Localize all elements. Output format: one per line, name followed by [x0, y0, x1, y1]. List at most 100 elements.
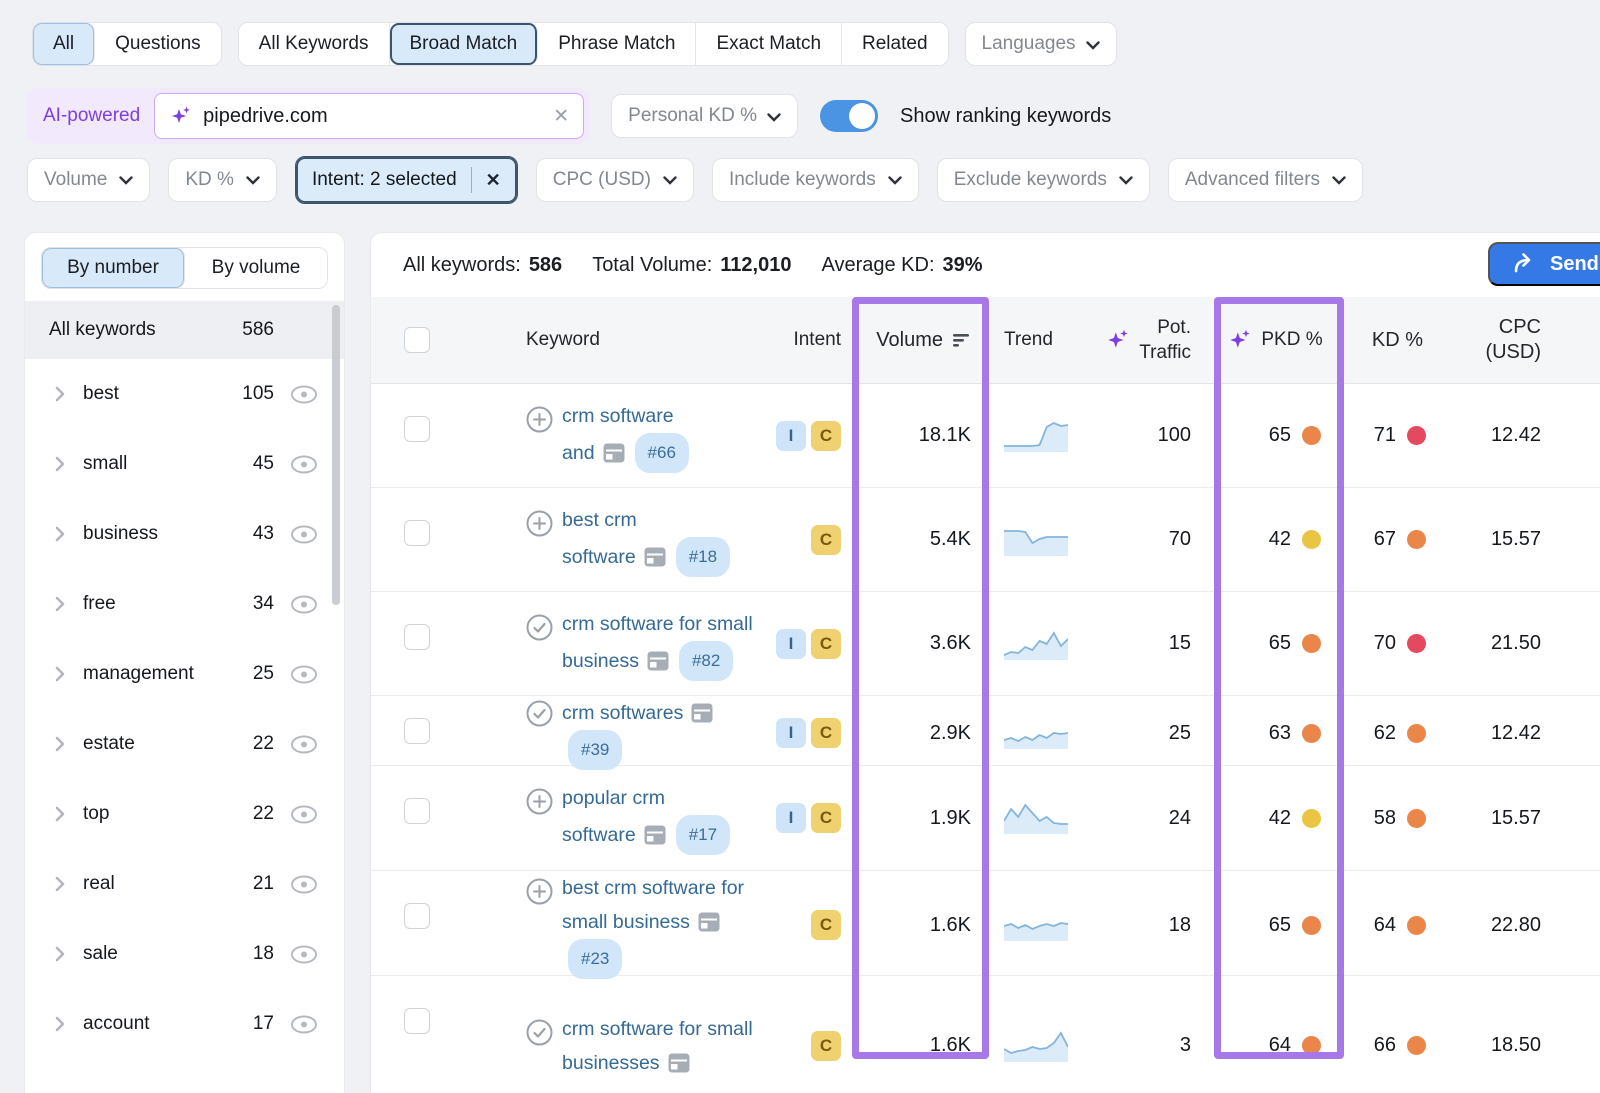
eye-icon[interactable] — [290, 805, 318, 824]
row-checkbox[interactable] — [404, 520, 430, 546]
keyword-group-item[interactable]: free 34 — [25, 569, 344, 639]
row-checkbox[interactable] — [404, 1008, 430, 1034]
pkd-value: 64 — [1269, 1034, 1291, 1057]
eye-icon[interactable] — [290, 1015, 318, 1034]
chevron-right-icon[interactable] — [55, 806, 65, 822]
cpc-cell: 12.42 — [1451, 424, 1600, 447]
keyword-group-item[interactable]: sale 18 — [25, 919, 344, 989]
chevron-right-icon[interactable] — [55, 1016, 65, 1032]
total-volume-stat-value: 112,010 — [720, 254, 791, 277]
kd-dot — [1407, 530, 1426, 549]
tab-related[interactable]: Related — [842, 23, 948, 65]
ranking-keyword-icon — [526, 700, 553, 727]
eye-icon[interactable] — [290, 945, 318, 964]
row-checkbox[interactable] — [404, 416, 430, 442]
eye-icon[interactable] — [290, 665, 318, 684]
personal-kd-dropdown[interactable]: Personal KD % — [611, 94, 798, 138]
keyword-link[interactable]: best crmsoftware — [562, 509, 637, 568]
row-checkbox[interactable] — [404, 903, 430, 929]
filter-kd-[interactable]: KD % — [168, 158, 277, 202]
eye-icon[interactable] — [290, 735, 318, 754]
clear-filter-icon[interactable]: ✕ — [486, 170, 501, 191]
row-checkbox[interactable] — [404, 624, 430, 650]
personal-kd-label: Personal KD % — [628, 105, 757, 127]
chevron-right-icon[interactable] — [55, 946, 65, 962]
keyword-group-item[interactable]: small 45 — [25, 429, 344, 499]
keyword-group-item[interactable]: real 21 — [25, 849, 344, 919]
eye-icon[interactable] — [290, 455, 318, 474]
keyword-link[interactable]: crm softwares — [562, 702, 683, 724]
tab-questions[interactable]: Questions — [95, 23, 221, 65]
tab-exact-match[interactable]: Exact Match — [696, 23, 842, 65]
eye-icon[interactable] — [290, 525, 318, 544]
serp-position-badge[interactable]: #66 — [635, 433, 689, 473]
volume-column-header[interactable]: Volume — [851, 329, 989, 352]
show-ranking-keywords-toggle[interactable] — [820, 100, 878, 132]
select-all-checkbox[interactable] — [404, 327, 430, 353]
intent-badge-c: C — [811, 525, 841, 555]
filter-volume[interactable]: Volume — [27, 158, 150, 202]
chevron-right-icon[interactable] — [55, 456, 65, 472]
intent-badge-i: I — [776, 421, 806, 451]
keyword-link[interactable]: crm software for smallbusinesses — [562, 1018, 753, 1074]
serp-position-badge[interactable]: #18 — [676, 537, 730, 577]
tab-all-keywords[interactable]: All Keywords — [239, 23, 390, 65]
keyword-group-item[interactable]: management 25 — [25, 639, 344, 709]
serp-position-badge[interactable]: #82 — [679, 641, 733, 681]
sidebar-scrollbar[interactable] — [332, 305, 340, 605]
keyword-group-item[interactable]: top 22 — [25, 779, 344, 849]
tab-phrase-match[interactable]: Phrase Match — [538, 23, 696, 65]
add-keyword-icon[interactable] — [526, 510, 553, 537]
serp-position-badge[interactable]: #39 — [568, 730, 622, 770]
keyword-group-item[interactable]: account 17 — [25, 989, 344, 1059]
chevron-right-icon[interactable] — [55, 876, 65, 892]
tab-broad-match[interactable]: Broad Match — [390, 23, 539, 65]
keyword-group-item[interactable]: best 105 — [25, 359, 344, 429]
serp-position-badge[interactable]: #17 — [676, 815, 730, 855]
serp-position-badge[interactable]: #23 — [568, 939, 622, 979]
add-keyword-icon[interactable] — [526, 878, 553, 905]
filter-cpc-usd-[interactable]: CPC (USD) — [536, 158, 694, 202]
keyword-cell: crm software for smallbusinesses — [562, 1012, 753, 1080]
eye-icon[interactable] — [290, 875, 318, 894]
filter-exclude-keywords[interactable]: Exclude keywords — [937, 158, 1150, 202]
clear-search-icon[interactable]: ✕ — [553, 105, 569, 128]
chevron-right-icon[interactable] — [55, 526, 65, 542]
all-keywords-stat-value: 586 — [529, 254, 562, 277]
languages-dropdown[interactable]: Languages — [965, 22, 1117, 66]
keyword-column-header[interactable]: Keyword — [441, 329, 771, 351]
filter-intent-2-selected[interactable]: Intent: 2 selected✕ — [295, 156, 518, 204]
intent-column-header[interactable]: Intent — [771, 329, 851, 351]
pkd-column-header[interactable]: PKD % — [1199, 327, 1351, 353]
tab-all[interactable]: All — [33, 23, 95, 65]
filter-advanced-filters[interactable]: Advanced filters — [1168, 158, 1363, 202]
divider — [471, 167, 472, 193]
filter-include-keywords[interactable]: Include keywords — [712, 158, 919, 202]
trend-column-header[interactable]: Trend — [989, 329, 1099, 351]
send-keywords-button[interactable]: Send — [1488, 242, 1600, 286]
kd-column-header[interactable]: KD % — [1351, 329, 1451, 352]
ai-sparkle-icon — [1105, 327, 1131, 353]
chevron-right-icon[interactable] — [55, 596, 65, 612]
pot-traffic-column-header[interactable]: Pot.Traffic — [1099, 315, 1199, 365]
chevron-right-icon[interactable] — [55, 736, 65, 752]
eye-icon[interactable] — [290, 385, 318, 404]
search-input[interactable]: pipedrive.com ✕ — [154, 93, 584, 139]
keyword-cell: best crm software forsmall business#23 — [562, 871, 771, 979]
kd-dot — [1407, 916, 1426, 935]
kd-cell: 58 — [1351, 807, 1451, 830]
cpc-column-header[interactable]: CPC(USD) — [1451, 315, 1600, 365]
eye-icon[interactable] — [290, 595, 318, 614]
by-number-tab[interactable]: By number — [42, 248, 185, 288]
by-volume-tab[interactable]: By volume — [185, 248, 327, 288]
chevron-right-icon[interactable] — [55, 386, 65, 402]
add-keyword-icon[interactable] — [526, 788, 553, 815]
keyword-group-item[interactable]: estate 22 — [25, 709, 344, 779]
all-keywords-row[interactable]: All keywords 586 — [25, 301, 344, 359]
keyword-group-item[interactable]: business 43 — [25, 499, 344, 569]
add-keyword-icon[interactable] — [526, 406, 553, 433]
chevron-right-icon[interactable] — [55, 666, 65, 682]
volume-cell: 3.6K — [851, 632, 989, 655]
row-checkbox[interactable] — [404, 798, 430, 824]
row-checkbox[interactable] — [404, 718, 430, 744]
